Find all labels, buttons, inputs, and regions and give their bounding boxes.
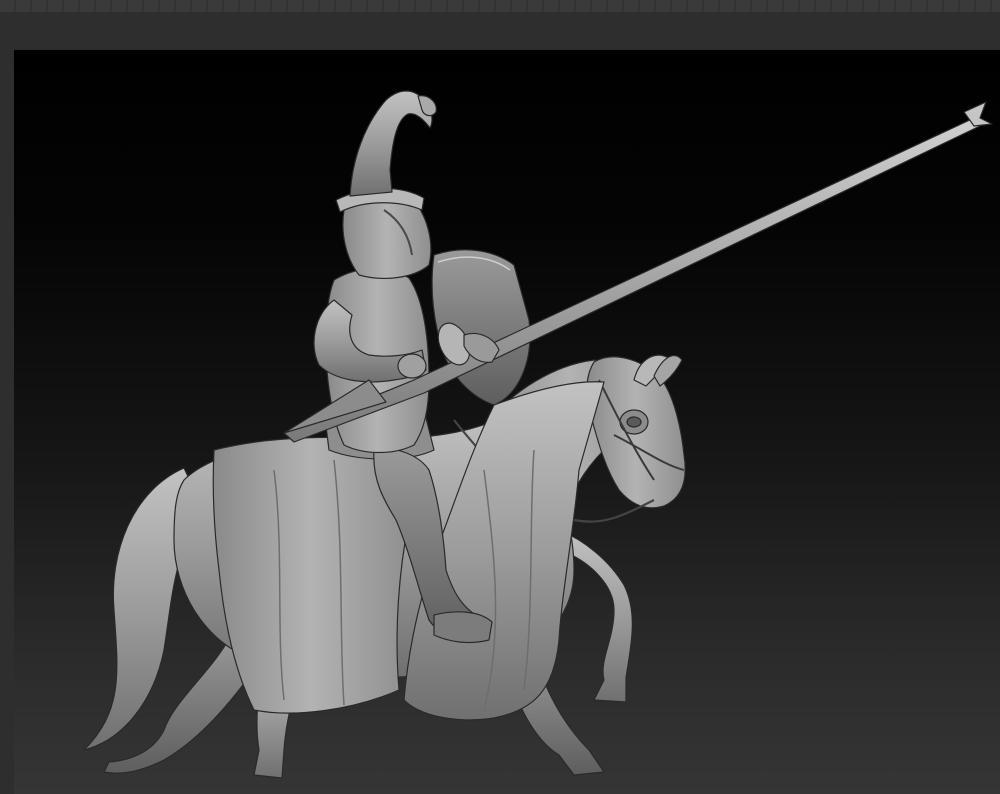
knight-on-horse-figure — [83, 90, 993, 779]
sculpt-render — [83, 90, 993, 779]
document-canvas[interactable] — [14, 50, 1000, 794]
left-tray — [0, 50, 14, 794]
knight-fist — [397, 353, 427, 379]
knight-foot — [433, 611, 493, 644]
knight-tall-hat — [349, 90, 433, 197]
horse-eye — [626, 416, 642, 428]
zbrush-window — [0, 0, 1000, 794]
toolbar-band — [0, 12, 1000, 50]
